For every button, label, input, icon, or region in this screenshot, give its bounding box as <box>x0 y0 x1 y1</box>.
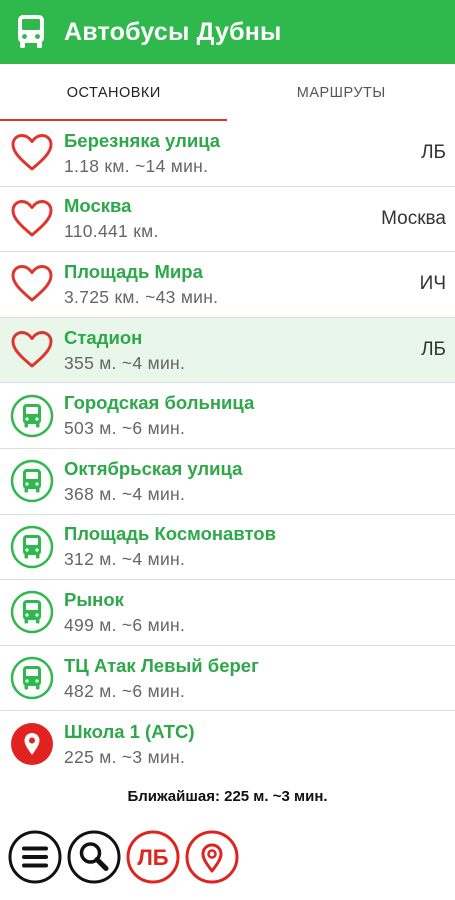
list-item[interactable]: Рынок 499 м. ~6 мин. <box>0 580 455 646</box>
stop-name: Городская больница <box>64 392 255 414</box>
list-item[interactable]: Октябрьская улица 368 м. ~4 мин. <box>0 448 455 515</box>
bus-stop-icon <box>10 394 54 437</box>
list-item[interactable]: Стадион 355 м. ~4 мин. ЛБ <box>0 317 455 384</box>
list-item[interactable]: Березняка улица 1.18 км. ~14 мин. ЛБ <box>0 121 455 187</box>
stop-distance: 499 м. ~6 мин. <box>64 614 186 635</box>
app-title: Автобусы Дубны <box>64 17 282 46</box>
tab-routes[interactable]: МАРШРУТЫ <box>228 64 455 122</box>
stop-distance: 355 м. ~4 мин. <box>64 352 186 373</box>
stop-distance: 312 м. ~4 мин. <box>64 549 186 570</box>
stop-name: Рынок <box>64 588 124 610</box>
app-bar: Автобусы Дубны <box>0 0 455 64</box>
stop-name: Площадь Космонавтов <box>64 523 276 545</box>
lb-filter-label: ЛБ <box>137 845 168 870</box>
stop-name: Октябрьская улица <box>64 457 243 479</box>
tab-stops-label: ОСТАНОВКИ <box>66 85 161 101</box>
bus-stop-icon <box>10 591 54 634</box>
stops-list: Березняка улица 1.18 км. ~14 мин. ЛБ Мос… <box>0 121 455 777</box>
stop-name: Площадь Мира <box>64 260 203 282</box>
stop-distance: 3.725 км. ~43 мин. <box>64 286 219 307</box>
list-item[interactable]: Москва 110.441 км. Москва <box>0 186 455 253</box>
stop-route: Москва <box>381 207 446 229</box>
list-item[interactable]: Площадь Мира 3.725 км. ~43 мин. ИЧ <box>0 252 455 318</box>
bus-stop-icon <box>10 460 54 503</box>
stop-name: Стадион <box>64 326 143 348</box>
bus-stop-icon <box>10 656 54 700</box>
list-item[interactable]: Площадь Космонавтов 312 м. ~4 мин. <box>0 514 455 581</box>
stop-route: ЛБ <box>421 339 446 361</box>
search-icon[interactable] <box>67 830 121 884</box>
bottom-toolbar: ЛБ <box>8 830 239 884</box>
heart-icon[interactable] <box>10 197 54 241</box>
stop-name: Школа 1 (АТС) <box>64 720 195 742</box>
list-item[interactable]: ТЦ Атак Левый берег 482 м. ~6 мин. <box>0 645 455 712</box>
tab-bar: ОСТАНОВКИ МАРШРУТЫ <box>0 64 455 122</box>
stop-distance: 225 м. ~3 мин. <box>64 746 186 767</box>
heart-icon[interactable] <box>10 131 54 175</box>
stop-distance: 368 м. ~4 мин. <box>64 483 186 504</box>
tab-routes-label: МАРШРУТЫ <box>296 85 386 101</box>
stop-route: ЛБ <box>421 142 446 164</box>
stop-distance: 1.18 км. ~14 мин. <box>64 155 209 176</box>
stop-name: Березняка улица <box>64 129 221 151</box>
stop-name: ТЦ Атак Левый берег <box>64 654 259 676</box>
lb-filter-button[interactable]: ЛБ <box>126 830 180 884</box>
menu-icon[interactable] <box>8 830 62 884</box>
stop-route: ИЧ <box>419 273 446 295</box>
bus-stop-icon <box>10 525 54 569</box>
location-pin-icon[interactable] <box>185 830 239 884</box>
stop-distance: 503 м. ~6 мин. <box>64 418 186 439</box>
heart-icon[interactable] <box>10 328 54 372</box>
heart-icon[interactable] <box>10 262 54 306</box>
list-item[interactable]: Городская больница 503 м. ~6 мин. <box>0 383 455 449</box>
bus-icon <box>18 15 44 48</box>
location-pin-icon <box>11 723 53 766</box>
list-item[interactable]: Школа 1 (АТС) 225 м. ~3 мин. <box>0 711 455 777</box>
tab-stops[interactable]: ОСТАНОВКИ <box>0 64 228 122</box>
nearest-stop-info: Ближайшая: 225 м. ~3 мин. <box>127 788 328 805</box>
stop-distance: 482 м. ~6 мин. <box>64 680 186 701</box>
